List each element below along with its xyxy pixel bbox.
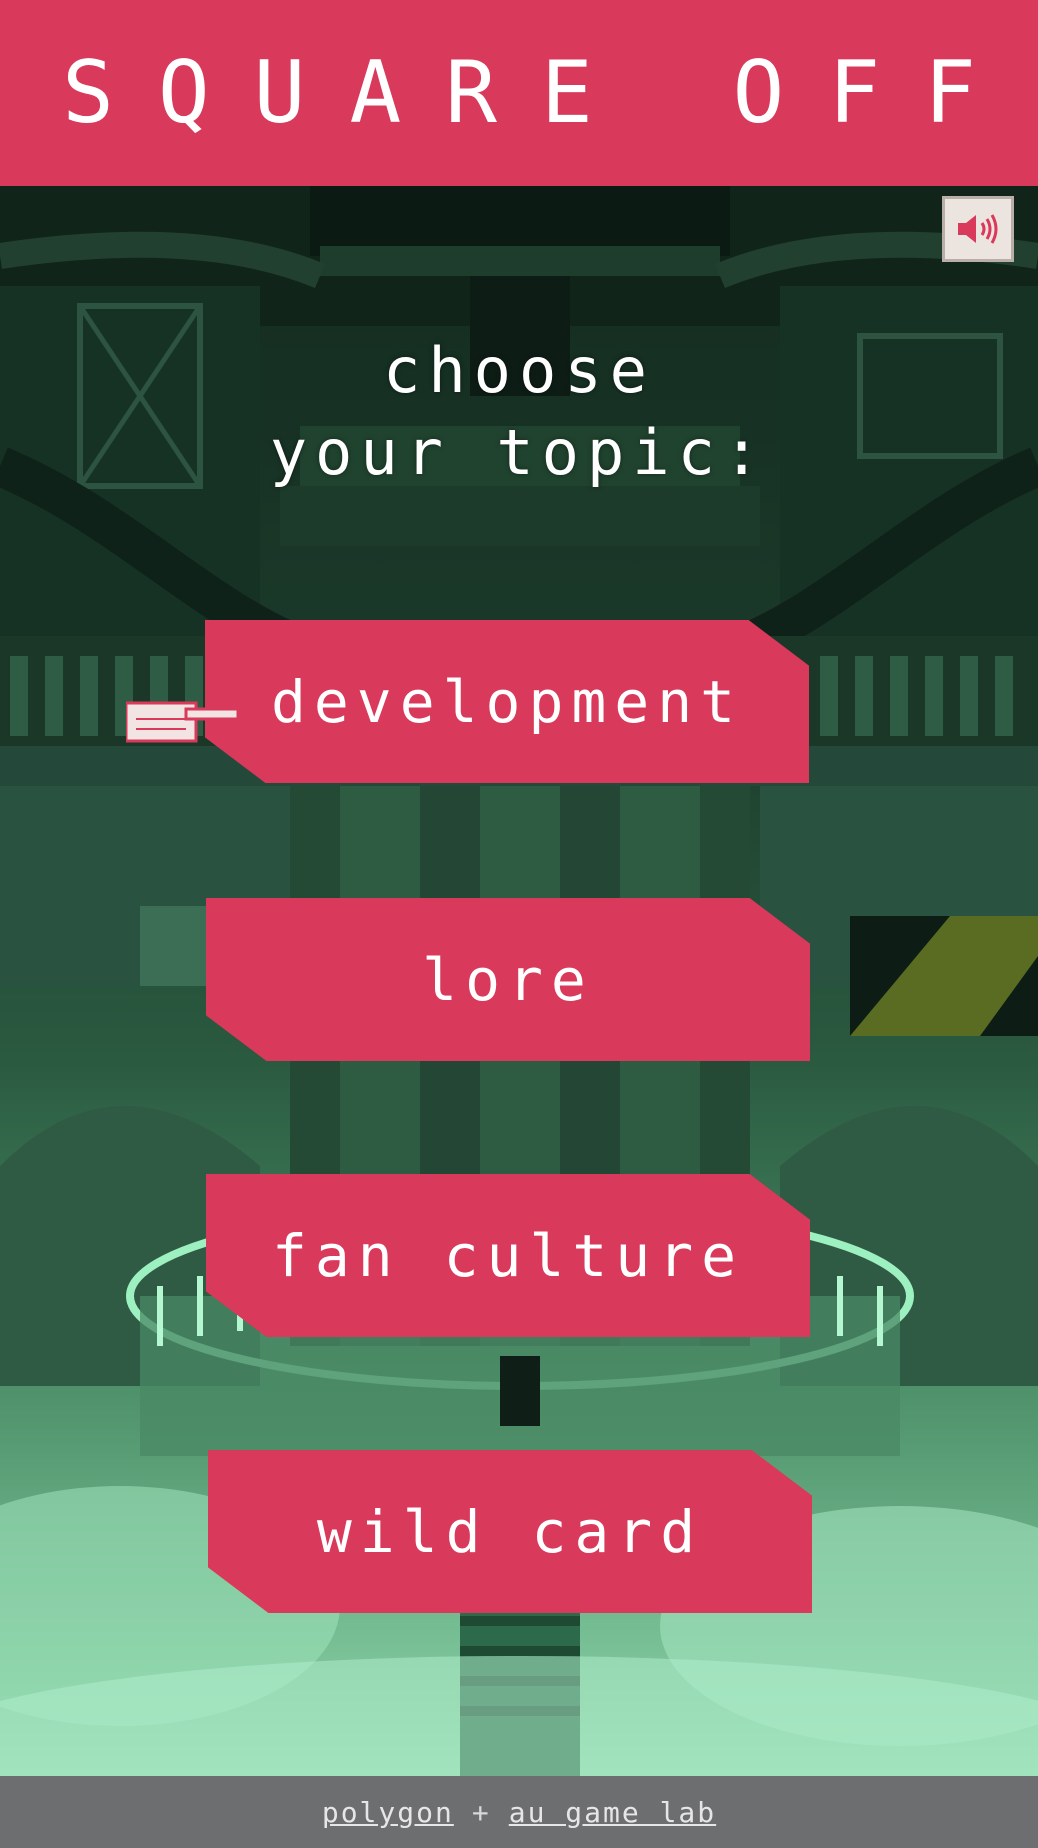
header-bar: SQUARE OFF [0, 0, 1038, 186]
au-game-lab-link[interactable]: au game lab [509, 1796, 716, 1829]
prompt-line-1: choose [383, 334, 655, 407]
topic-button-development[interactable]: development [205, 620, 809, 783]
game-screen: SQUARE OFF choose your topic: developmen… [0, 0, 1038, 1848]
game-title: SQUARE OFF [62, 43, 1020, 143]
speaker-icon [958, 214, 998, 244]
prompt-line-2: your topic: [269, 416, 769, 489]
polygon-link[interactable]: polygon [322, 1796, 454, 1829]
footer-credits: polygon + au game lab [0, 1776, 1038, 1848]
footer-separator: + [471, 1795, 491, 1829]
topic-button-fan-culture[interactable]: fan culture [206, 1174, 810, 1337]
topic-button-wild-card[interactable]: wild card [208, 1450, 812, 1613]
topic-prompt: choose your topic: [0, 330, 1038, 494]
sound-toggle-button[interactable] [942, 196, 1014, 262]
pointing-hand-icon [126, 701, 238, 743]
topic-button-lore[interactable]: lore [206, 898, 810, 1061]
